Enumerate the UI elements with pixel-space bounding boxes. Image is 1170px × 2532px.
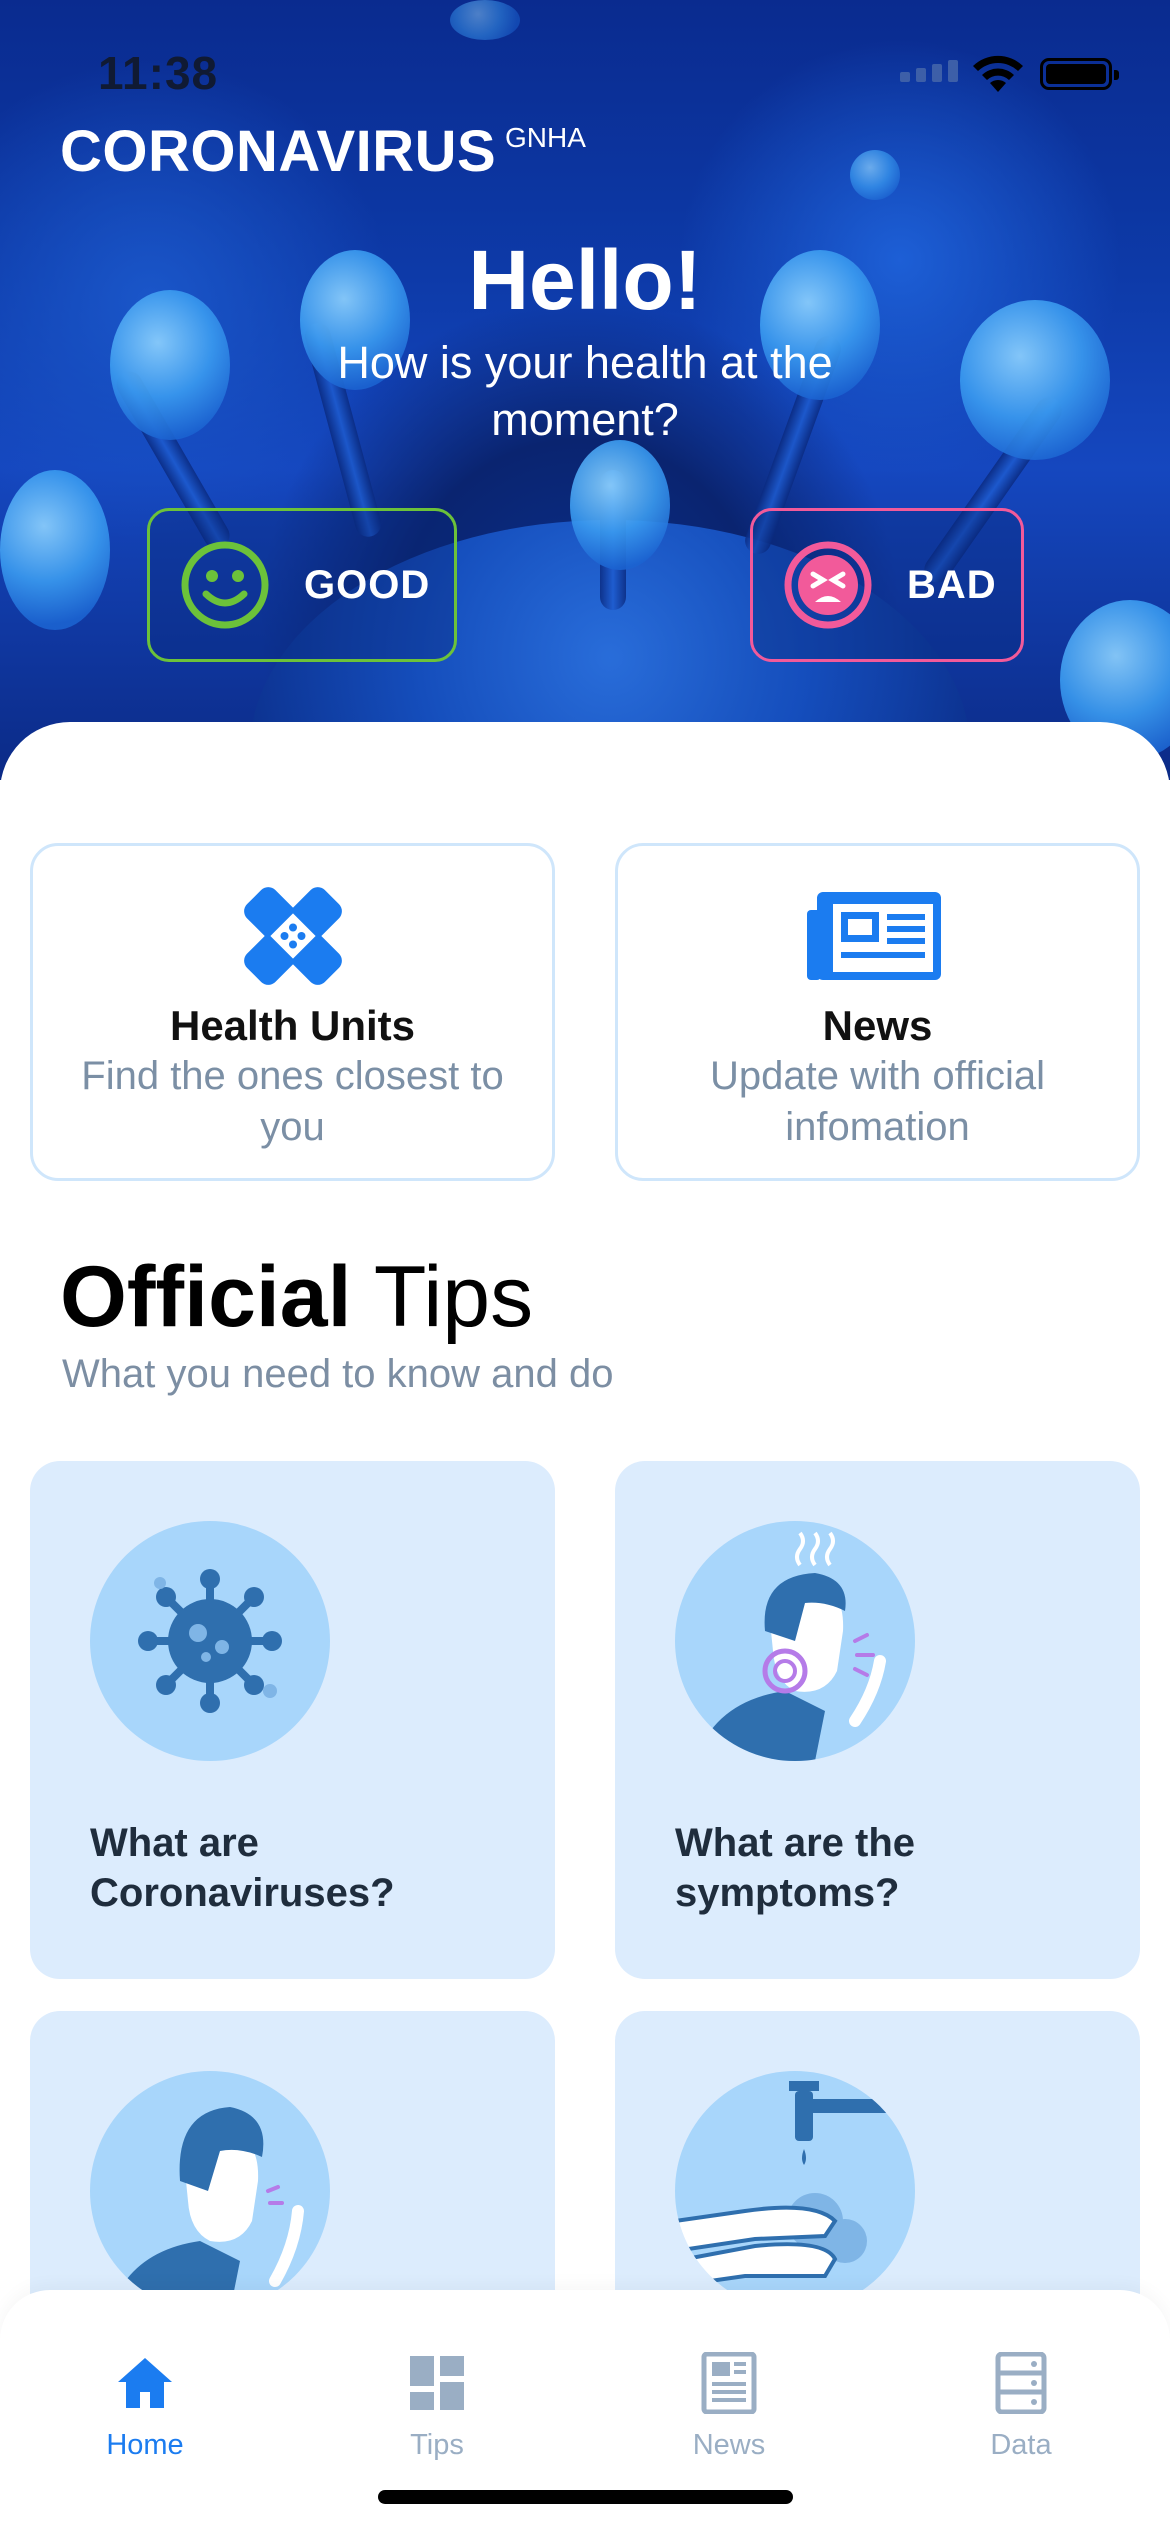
tab-data[interactable]: Data (941, 2351, 1101, 2472)
data-icon (995, 2351, 1047, 2415)
coughing-person-icon (90, 2071, 330, 2311)
news-card[interactable]: News Update with official infomation (615, 843, 1140, 1181)
tab-home[interactable]: Home (65, 2352, 225, 2472)
news-title: News (822, 1002, 933, 1049)
tab-news-label: News (692, 2429, 766, 2461)
tips-title-bold: Official (60, 1249, 352, 1345)
sick-face-icon (784, 541, 872, 629)
cellular-signal-icon (900, 60, 958, 82)
newspaper-icon (806, 892, 941, 980)
hand-washing-icon (675, 2071, 915, 2311)
health-question: How is your health at the moment? (337, 337, 833, 445)
status-time: 11:38 (98, 47, 219, 99)
health-units-title: Health Units (169, 1002, 416, 1049)
sick-person-icon (675, 1521, 915, 1761)
tab-news[interactable]: News (649, 2351, 809, 2472)
tips-title-rest: Tips (373, 1249, 534, 1345)
news-subtitle: Update with official infomation (710, 1054, 1045, 1149)
tip-card-coronaviruses[interactable]: What are Coronaviruses? (30, 1461, 555, 1979)
tip-title: What are Coronaviruses? (90, 1821, 395, 1915)
tips-section-title: Official Tips (60, 1248, 533, 1347)
greeting-title: Hello! (468, 233, 702, 327)
bandage-icon (243, 887, 342, 985)
bad-mood-label: BAD (907, 562, 997, 607)
app-brand: CORONAVIRUS (60, 119, 497, 184)
tips-grid-icon (410, 2356, 464, 2410)
tab-tips-label: Tips (410, 2429, 464, 2461)
bad-mood-button[interactable]: BAD (750, 508, 1024, 662)
tip-card-symptoms[interactable]: What are the symptoms? (615, 1461, 1140, 1979)
health-units-card[interactable]: Health Units Find the ones closest to yo… (30, 843, 555, 1181)
tab-tips[interactable]: Tips (357, 2352, 517, 2472)
virus-icon (90, 1521, 330, 1761)
battery-icon (1040, 58, 1119, 90)
tab-home-label: Home (106, 2429, 184, 2461)
good-mood-button[interactable]: GOOD (147, 508, 457, 662)
health-units-subtitle: Find the ones closest to you (81, 1054, 504, 1149)
good-mood-label: GOOD (304, 562, 431, 607)
news-icon (701, 2351, 757, 2415)
brand-superscript: GNHA (505, 122, 586, 153)
wifi-icon (973, 55, 1023, 92)
hero-banner: 11:38 CORONAVIRUS GNHA Hello! How is you… (0, 0, 1170, 780)
home-indicator[interactable] (378, 2490, 793, 2504)
smile-icon (181, 541, 269, 629)
tip-title: What are the symptoms? (675, 1821, 916, 1915)
home-icon (118, 2358, 172, 2408)
tab-data-label: Data (990, 2429, 1052, 2461)
tips-section-subtitle: What you need to know and do (62, 1352, 614, 1396)
